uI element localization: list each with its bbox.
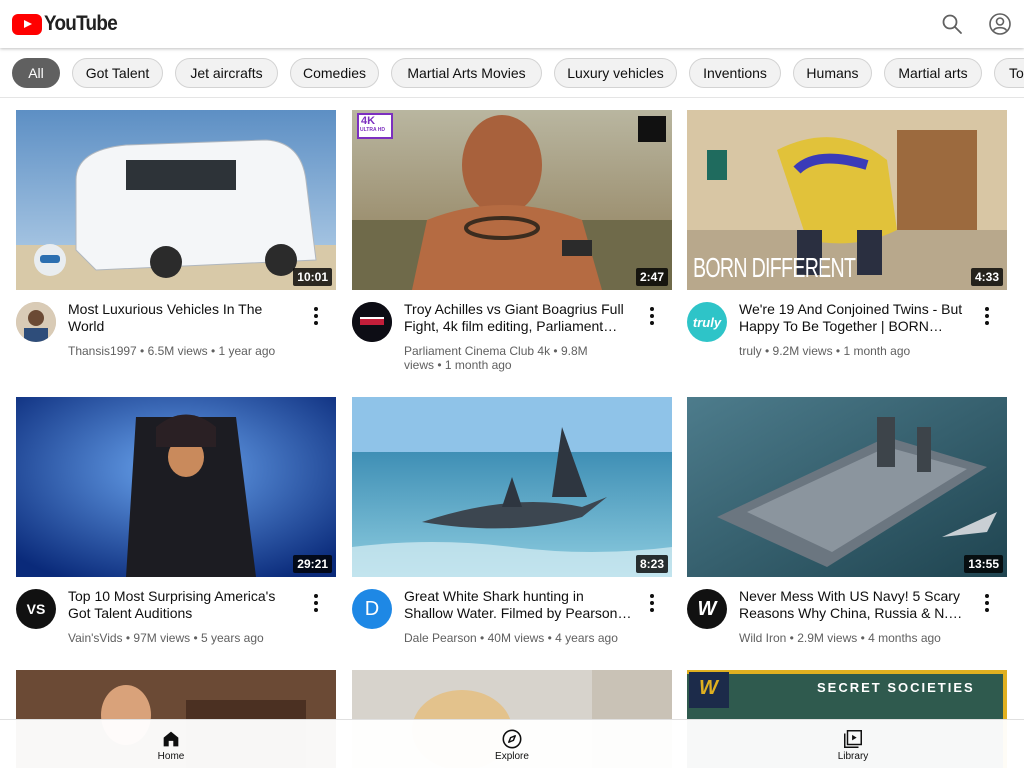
video-title[interactable]: Great White Shark hunting in Shallow Wat… [404, 588, 636, 622]
4k-badge-text: 4K [361, 115, 376, 127]
nav-explore-label: Explore [495, 751, 529, 762]
video-duration: 29:21 [293, 555, 332, 573]
nav-home-label: Home [157, 751, 185, 762]
top-app-bar: YouTube [0, 0, 1024, 48]
channel-avatar[interactable] [16, 302, 56, 342]
video-thumbnail[interactable]: 8:23 [352, 397, 672, 577]
channel-name[interactable]: truly [739, 344, 762, 358]
logo-text: YouTube [44, 12, 118, 35]
channel-name[interactable]: Dale Pearson [404, 631, 477, 645]
library-icon [844, 730, 862, 748]
video-thumbnail[interactable]: 10:01 [16, 110, 336, 290]
view-count: 97M views [133, 631, 191, 645]
channel-name[interactable]: Wild Iron [739, 631, 786, 645]
view-count: 40M views [487, 631, 545, 645]
video-metadata: truly • 9.2M views • 1 month ago [739, 344, 911, 358]
video-metadata: Vain'sVids • 97M views • 5 years ago [68, 631, 264, 645]
upload-age: 1 month ago [843, 344, 911, 358]
chip-all[interactable]: All [12, 58, 60, 88]
chip-martial-arts[interactable]: Martial arts [884, 58, 982, 88]
nav-library[interactable]: Library [793, 720, 913, 768]
more-options-icon[interactable] [642, 304, 662, 328]
channel-logo-text: W [699, 677, 718, 699]
video-metadata: Parliament Cinema Club 4k • 9.8M views •… [404, 344, 588, 372]
more-options-icon[interactable] [306, 591, 326, 615]
channel-name[interactable]: Parliament Cinema Club 4k [404, 344, 550, 358]
more-options-icon[interactable] [306, 304, 326, 328]
home-icon [163, 731, 179, 747]
nav-library-label: Library [837, 751, 869, 762]
search-icon[interactable] [940, 12, 964, 36]
video-card[interactable]: 10:01 Most Luxurious Vehicles In The Wor… [16, 110, 336, 380]
video-duration: 10:01 [293, 268, 332, 286]
chip-comedies[interactable]: Comedies [290, 58, 379, 88]
ultra-hd-text: ULTRA HD [360, 127, 385, 133]
channel-avatar[interactable]: truly [687, 302, 727, 342]
view-count: 9.2M views [772, 344, 833, 358]
channel-avatar[interactable]: VS [16, 589, 56, 629]
video-thumbnail[interactable]: 13:55 [687, 397, 1007, 577]
compass-icon [502, 729, 522, 749]
more-options-icon[interactable] [977, 591, 997, 615]
view-count: 6.5M views [147, 344, 208, 358]
chip-got-talent[interactable]: Got Talent [72, 58, 163, 88]
thumbnail-caption: SECRET SOCIETIES [817, 680, 975, 695]
view-count: 2.9M views [797, 631, 858, 645]
more-options-icon[interactable] [977, 304, 997, 328]
upload-age: 1 month ago [444, 358, 512, 372]
thumbnail-caption: BORN DIFFERENT [693, 252, 856, 283]
video-metadata: Wild Iron • 2.9M views • 4 months ago [739, 631, 941, 645]
video-duration: 13:55 [964, 555, 1003, 573]
video-thumbnail[interactable]: BORN DIFFERENT 4:33 [687, 110, 1007, 290]
channel-avatar[interactable] [352, 302, 392, 342]
account-circle-icon[interactable] [988, 12, 1012, 36]
video-duration: 2:47 [635, 268, 668, 286]
upload-age: 5 years ago [200, 631, 264, 645]
upload-age: 1 year ago [218, 344, 276, 358]
upload-age: 4 years ago [555, 631, 618, 645]
chip-humans[interactable]: Humans [793, 58, 872, 88]
video-metadata: Dale Pearson • 40M views • 4 years ago [404, 631, 618, 645]
chip-inventions[interactable]: Inventions [689, 58, 781, 88]
channel-name[interactable]: Thansis1997 [68, 344, 137, 358]
video-title[interactable]: Never Mess With US Navy! 5 Scary Reasons… [739, 588, 971, 622]
chip-partial[interactable]: To [994, 58, 1024, 88]
video-thumbnail[interactable]: 4K ULTRA HD 2:47 [352, 110, 672, 290]
chip-jet-aircrafts[interactable]: Jet aircrafts [175, 58, 278, 88]
video-duration: 8:23 [635, 555, 668, 573]
bottom-navigation-bar: Home Explore Library [0, 719, 1024, 768]
chip-luxury-vehicles[interactable]: Luxury vehicles [554, 58, 677, 88]
video-title[interactable]: We're 19 And Conjoined Twins - But Happy… [739, 301, 971, 335]
nav-home[interactable]: Home [111, 720, 231, 768]
video-card[interactable]: 8:23 D Great White Shark hunting in Shal… [352, 397, 672, 657]
channel-avatar[interactable]: W [687, 589, 727, 629]
channel-name[interactable]: Vain'sVids [68, 631, 123, 645]
video-metadata: Thansis1997 • 6.5M views • 1 year ago [68, 344, 276, 358]
video-card[interactable]: BORN DIFFERENT 4:33 truly We're 19 And C… [687, 110, 1007, 380]
more-options-icon[interactable] [642, 591, 662, 615]
video-title[interactable]: Troy Achilles vs Giant Boagrius Full Fig… [404, 301, 636, 335]
upload-age: 4 months ago [868, 631, 941, 645]
video-title[interactable]: Top 10 Most Surprising America's Got Tal… [68, 588, 300, 622]
video-card[interactable]: 13:55 W Never Mess With US Navy! 5 Scary… [687, 397, 1007, 657]
channel-avatar[interactable]: D [352, 589, 392, 629]
video-thumbnail[interactable]: 29:21 [16, 397, 336, 577]
youtube-logo[interactable]: YouTube [12, 12, 125, 36]
video-duration: 4:33 [970, 268, 1003, 286]
chip-martial-arts-movies[interactable]: Martial Arts Movies [391, 58, 542, 88]
video-card[interactable]: 4K ULTRA HD 2:47 Troy Achilles vs Giant … [352, 110, 672, 380]
video-card[interactable]: 29:21 VS Top 10 Most Surprising America'… [16, 397, 336, 657]
nav-explore[interactable]: Explore [452, 720, 572, 768]
category-chip-bar: All Got Talent Jet aircrafts Comedies Ma… [0, 48, 1024, 98]
youtube-play-icon [12, 13, 42, 35]
video-title[interactable]: Most Luxurious Vehicles In The World [68, 301, 300, 335]
